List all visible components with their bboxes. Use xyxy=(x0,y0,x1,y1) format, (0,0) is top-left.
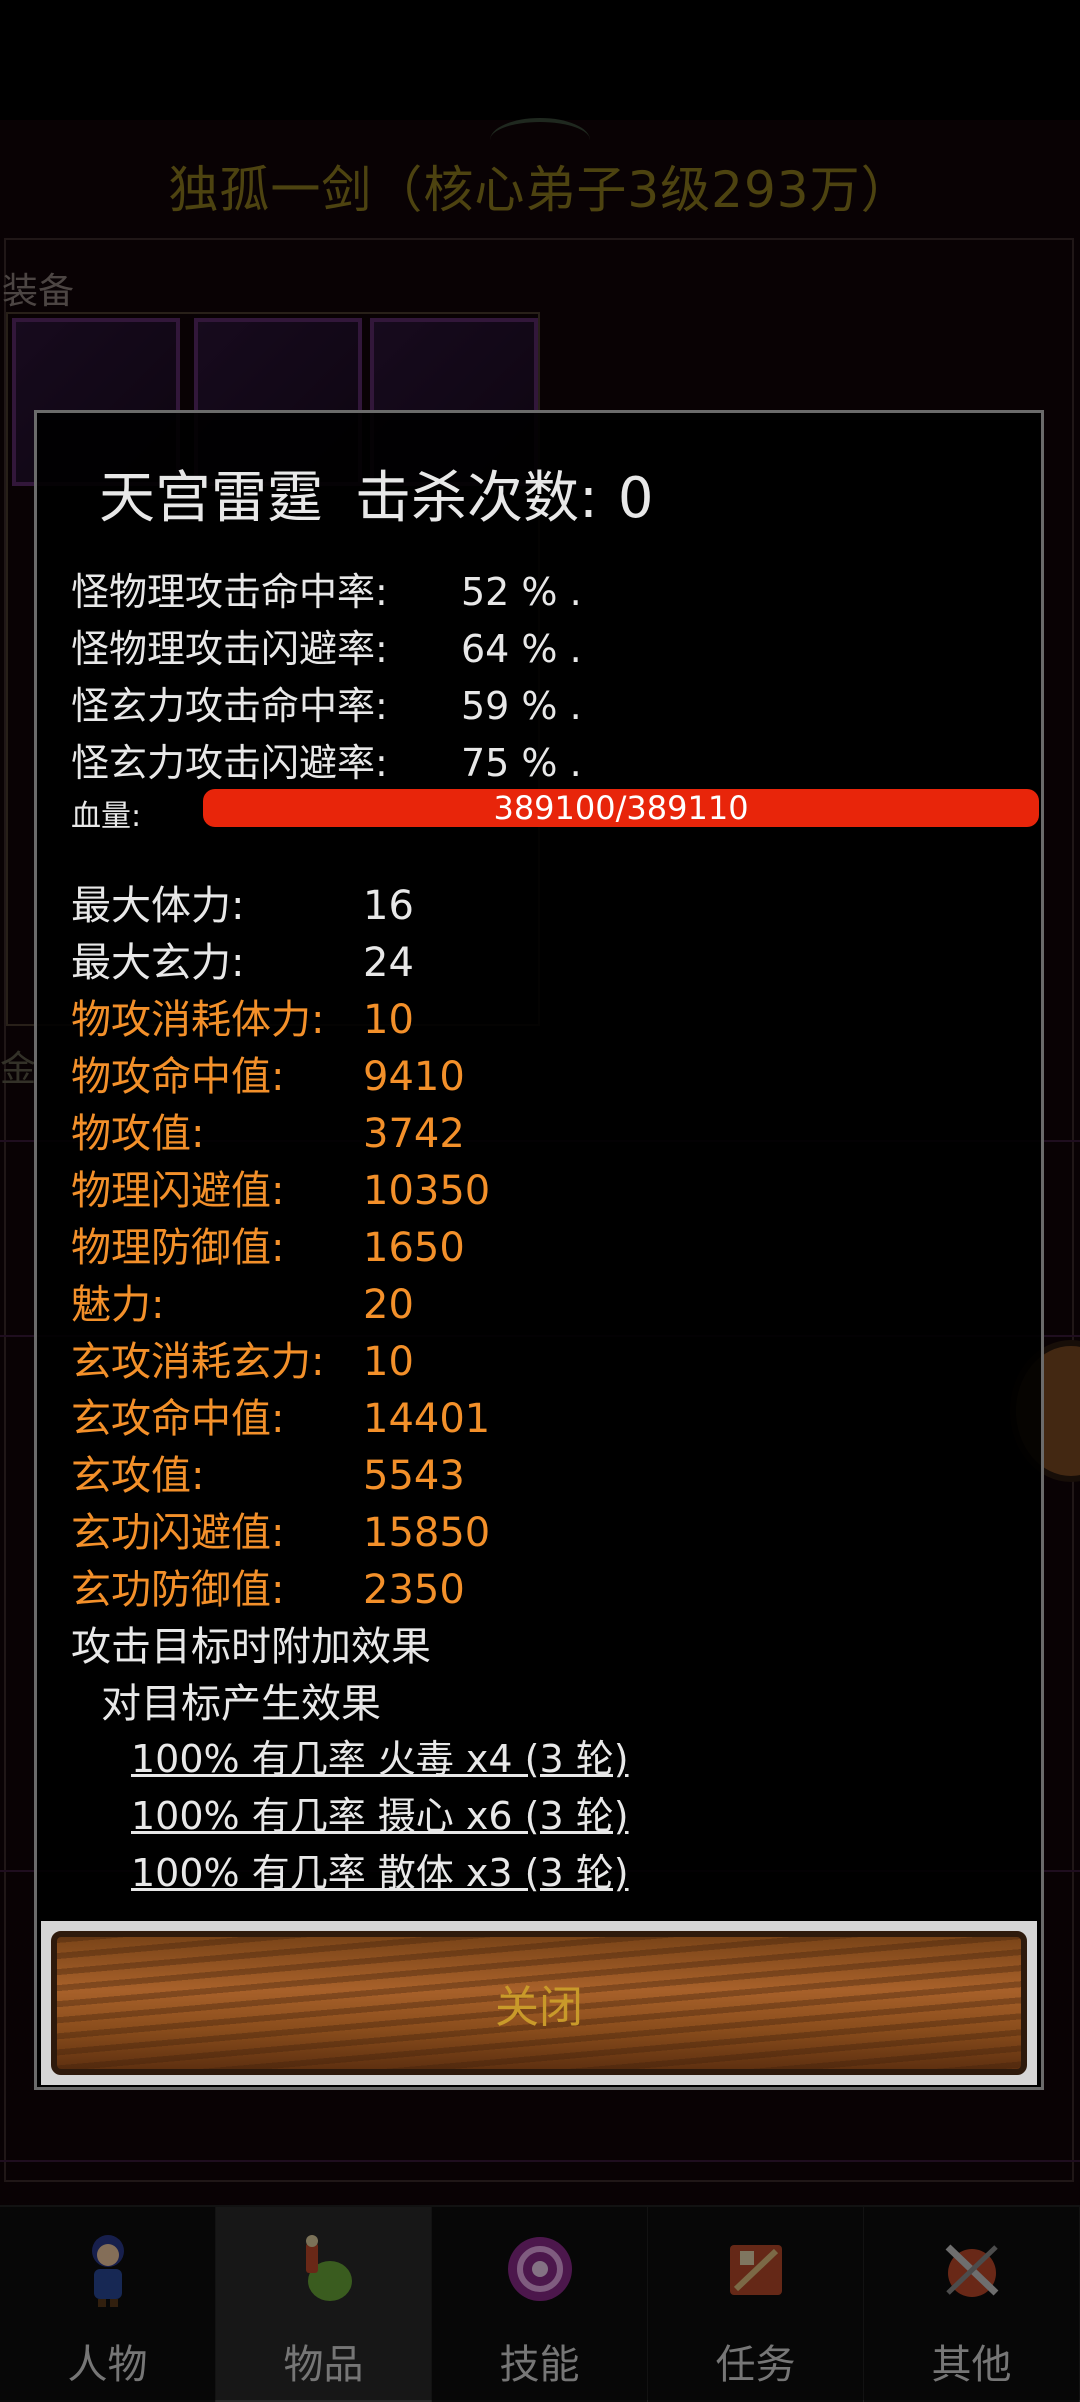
stat-value: 10 xyxy=(363,997,414,1043)
stat-row: 魅力: 20 xyxy=(71,1272,414,1330)
hp-bar: 389100/389110 xyxy=(203,789,1039,827)
stat-row: 物攻命中值: 9410 xyxy=(71,1044,465,1102)
stat-row: 物攻消耗体力: 10 xyxy=(71,987,414,1045)
rate-value: 52 % . xyxy=(461,570,582,614)
stat-value: 9410 xyxy=(363,1054,465,1100)
rate-row: 怪物理攻击闪避率: 64 % . xyxy=(71,618,582,673)
rate-row: 怪玄力攻击命中率: 59 % . xyxy=(71,675,582,730)
monster-info-dialog: 天宫雷霆 击杀次数: 0 怪物理攻击命中率: 52 % . 怪物理攻击闪避率: 64 %… xyxy=(34,410,1044,2090)
hp-text: 389100/389110 xyxy=(493,789,749,827)
stat-value: 3742 xyxy=(363,1111,465,1157)
stat-row: 最大体力: 16 xyxy=(71,873,414,931)
stat-label: 魅力: xyxy=(71,1282,165,1328)
stat-row: 玄攻消耗玄力: 10 xyxy=(71,1329,414,1387)
monster-name: 天宫雷霆 xyxy=(99,466,323,531)
stat-row: 玄功防御值: 2350 xyxy=(71,1557,465,1615)
stat-row: 物理防御值: 1650 xyxy=(71,1215,465,1273)
rate-label: 怪玄力攻击闪避率: xyxy=(71,741,388,785)
stat-label: 玄攻命中值: xyxy=(71,1396,285,1442)
stat-row: 物理闪避值: 10350 xyxy=(71,1158,490,1216)
hp-row: 血量: 389100/389110 xyxy=(71,789,1039,834)
effect-link[interactable]: 100% 有几率 摄心 x6 (3 轮) xyxy=(131,1785,629,1840)
rate-label: 怪物理攻击命中率: xyxy=(71,570,388,614)
stat-label: 玄攻消耗玄力: xyxy=(71,1339,325,1385)
stat-value: 5543 xyxy=(363,1453,465,1499)
stat-value: 14401 xyxy=(363,1396,491,1442)
stat-label: 最大玄力: xyxy=(71,940,245,986)
stat-label: 物理防御值: xyxy=(71,1225,285,1271)
dialog-title: 天宫雷霆 击杀次数: 0 xyxy=(99,453,686,534)
kill-count: 0 xyxy=(617,466,654,531)
stat-row: 玄攻命中值: 14401 xyxy=(71,1386,490,1444)
stat-label: 最大体力: xyxy=(71,883,245,929)
rate-label: 怪物理攻击闪避率: xyxy=(71,627,388,671)
kill-count-label: 击杀次数: xyxy=(355,466,598,531)
close-button[interactable]: 关闭 xyxy=(51,1931,1027,2075)
stat-label: 玄攻值: xyxy=(71,1453,205,1499)
stat-row: 玄功闪避值: 15850 xyxy=(71,1500,490,1558)
stat-label: 物攻命中值: xyxy=(71,1054,285,1100)
stat-row: 物攻值: 3742 xyxy=(71,1101,465,1159)
stat-value: 1650 xyxy=(363,1225,465,1271)
stat-row: 玄攻值: 5543 xyxy=(71,1443,465,1501)
stat-value: 2350 xyxy=(363,1567,465,1613)
effect-link[interactable]: 100% 有几率 火毒 x4 (3 轮) xyxy=(131,1728,629,1783)
rate-value: 64 % . xyxy=(461,627,582,671)
stat-label: 物攻值: xyxy=(71,1111,205,1157)
stat-label: 物理闪避值: xyxy=(71,1168,285,1214)
stat-value: 10 xyxy=(363,1339,414,1385)
rate-label: 怪玄力攻击命中率: xyxy=(71,684,388,728)
stat-value: 15850 xyxy=(363,1510,491,1556)
stat-label: 玄功防御值: xyxy=(71,1567,285,1613)
effect-heading: 攻击目标时附加效果 xyxy=(71,1624,431,1670)
stat-label: 玄功闪避值: xyxy=(71,1510,285,1556)
stat-row: 最大玄力: 24 xyxy=(71,930,414,988)
effect-link[interactable]: 100% 有几率 散体 x3 (3 轮) xyxy=(131,1842,629,1897)
stat-value: 24 xyxy=(363,940,414,986)
stat-value: 16 xyxy=(363,883,414,929)
rate-value: 59 % . xyxy=(461,684,582,728)
close-button-frame: 关闭 xyxy=(41,1921,1037,2085)
hp-label: 血量: xyxy=(71,799,142,834)
rate-row: 怪玄力攻击闪避率: 75 % . xyxy=(71,732,582,787)
rate-value: 75 % . xyxy=(461,741,582,785)
rate-row: 怪物理攻击命中率: 52 % . xyxy=(71,561,582,616)
stat-label: 物攻消耗体力: xyxy=(71,997,325,1043)
stat-value: 20 xyxy=(363,1282,414,1328)
effect-subheading: 对目标产生效果 xyxy=(101,1681,381,1727)
stat-value: 10350 xyxy=(363,1168,491,1214)
